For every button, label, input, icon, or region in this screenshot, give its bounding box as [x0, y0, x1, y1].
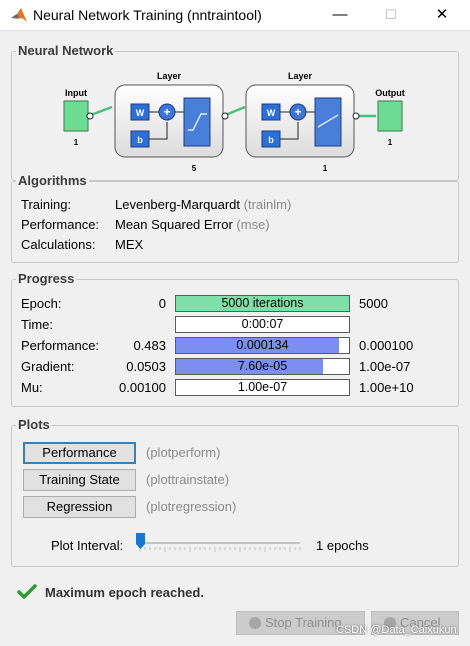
time-label: Time: — [21, 317, 54, 332]
performance-label: Performance: — [21, 338, 100, 353]
input-size: 1 — [74, 138, 79, 147]
training-code: (trainlm) — [243, 197, 292, 212]
close-button[interactable]: ✕ — [429, 4, 455, 26]
plottrainstate-code: (plottrainstate) — [146, 472, 230, 487]
epoch-end-value: 5000 — [359, 296, 388, 311]
output-layer-size: 1 — [323, 164, 328, 173]
network-diagram: Input 1 Layer W b + 5 Layer W b + 1 Outp… — [63, 71, 405, 173]
output-block — [377, 100, 403, 132]
calculations-value: MEX — [115, 237, 144, 252]
gradient-label: Gradient: — [21, 359, 75, 374]
slider-thumb[interactable] — [136, 533, 145, 549]
slider-ticks — [139, 547, 301, 552]
hidden-bias-label: b — [137, 135, 143, 145]
hidden-layer-label: Layer — [157, 71, 182, 81]
mu-current-value: 1.00e-07 — [237, 380, 288, 394]
check-icon — [17, 584, 37, 599]
mu-end-value: 1.00e+10 — [359, 380, 414, 395]
plot-interval-value: 1 epochs — [316, 538, 369, 553]
performance-start-value: 0.483 — [133, 338, 166, 353]
hidden-sum-label: + — [163, 105, 170, 119]
stop-training-label: Stop Training — [265, 615, 342, 630]
performance-label: Performance: — [21, 217, 100, 232]
input-label: Input — [65, 88, 87, 98]
matlab-logo-icon — [11, 8, 27, 22]
plots-group-label: Plots — [16, 417, 52, 432]
algorithms-group: Algorithms Training: Levenberg-Marquardt… — [11, 173, 459, 263]
plot-regression-button[interactable]: Regression — [23, 496, 136, 518]
stop-icon — [249, 617, 261, 629]
time-progress-bar: 0:00:07 — [175, 316, 350, 333]
output-label: Output — [375, 88, 405, 98]
mu-start-value: 0.00100 — [119, 380, 166, 395]
hidden-weight-label: W — [136, 108, 145, 118]
time-current-value: 0:00:07 — [241, 317, 284, 331]
minimize-button[interactable]: — — [327, 4, 353, 26]
output-weight-label: W — [267, 108, 276, 118]
performance-end-value: 0.000100 — [359, 338, 414, 353]
training-value: Levenberg-Marquardt (trainlm) — [115, 197, 291, 212]
algorithms-group-label: Algorithms — [16, 173, 89, 188]
plot-interval-label: Plot Interval: — [51, 538, 124, 553]
neural-network-group: Neural Network Input 1 Layer W b + 5 Lay… — [11, 43, 459, 181]
window-title: Neural Network Training (nntraintool) — [33, 7, 262, 23]
mu-label: Mu: — [21, 380, 43, 395]
status-message: Maximum epoch reached. — [45, 585, 204, 600]
epoch-progress-bar: 5000 iterations — [175, 295, 350, 312]
plotregression-code: (plotregression) — [146, 499, 237, 514]
training-value-text: Levenberg-Marquardt — [115, 197, 241, 212]
progress-group: Progress Epoch: 0 5000 iterations 5000 Time:… — [11, 271, 459, 407]
performance-progress-bar: 0.000134 — [175, 337, 350, 354]
progress-group-label: Progress — [16, 271, 77, 286]
hidden-size: 5 — [192, 164, 197, 173]
plot-performance-button[interactable]: Performance — [23, 442, 136, 464]
calculations-label: Calculations: — [21, 237, 96, 252]
plot-interval-slider[interactable] — [136, 530, 304, 556]
gradient-end-value: 1.00e-07 — [359, 359, 411, 374]
output-layer-label: Layer — [288, 71, 313, 81]
performance-code: (mse) — [236, 217, 270, 232]
gradient-current-value: 7.60e-05 — [237, 359, 288, 373]
output-transfer-block — [314, 97, 342, 147]
epoch-start-value: 0 — [158, 296, 166, 311]
plotperform-code: (plotperform) — [146, 445, 221, 460]
performance-value: Mean Squared Error (mse) — [115, 217, 270, 232]
output-bias-label: b — [268, 135, 274, 145]
plot-training-state-button[interactable]: Training State — [23, 469, 136, 491]
hidden-out-node — [221, 112, 229, 120]
title-bar[interactable]: Neural Network Training (nntraintool) — … — [0, 0, 470, 30]
performance-value-text: Mean Squared Error — [115, 217, 233, 232]
gradient-start-value: 0.0503 — [126, 359, 166, 374]
performance-current-value: 0.000134 — [236, 338, 289, 352]
watermark: CSDN @Data_Caixukun — [336, 624, 457, 636]
input-node — [86, 112, 94, 120]
plots-group: Plots Performance (plotperform) Training… — [11, 417, 459, 567]
input-block — [63, 100, 89, 132]
epoch-label: Epoch: — [21, 296, 62, 311]
mu-progress-bar: 1.00e-07 — [175, 379, 350, 396]
output-size: 1 — [388, 138, 393, 147]
gradient-progress-bar: 7.60e-05 — [175, 358, 350, 375]
epoch-current-value: 5000 iterations — [221, 296, 304, 310]
training-label: Training: — [21, 197, 72, 212]
output-sum-label: + — [294, 105, 301, 119]
window-body: Neural Network Input 1 Layer W b + 5 Lay… — [0, 30, 470, 646]
output-layer-node — [352, 112, 360, 120]
maximize-button[interactable]: ☐ — [378, 4, 404, 26]
